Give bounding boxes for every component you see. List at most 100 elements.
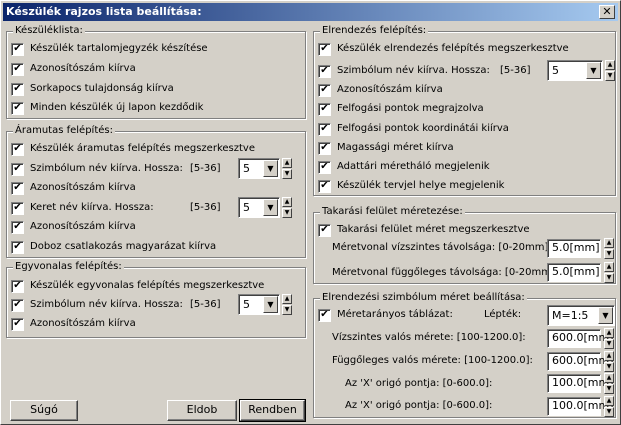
frame-length-select[interactable]: 5 ▼: [238, 197, 280, 218]
chevron-down-icon[interactable]: ▼: [598, 307, 613, 324]
checkbox-row-elrendezes[interactable]: ✔ Készülék elrendezés felépítés megszerk…: [318, 41, 569, 57]
chevron-down-icon[interactable]: ▼: [586, 62, 601, 79]
checkbox[interactable]: ✔: [11, 101, 24, 115]
spin-down-icon[interactable]: ▼: [282, 305, 292, 315]
checkbox[interactable]: ✔: [318, 308, 331, 322]
checkbox[interactable]: ✔: [318, 160, 331, 174]
checkbox[interactable]: ✔: [318, 83, 331, 97]
checkbox-row-aramutas[interactable]: ✔ Készülék áramutas felépítés megszerkes…: [11, 141, 255, 157]
origin-x-input[interactable]: 100.0[mm]: [547, 374, 614, 393]
spin-down-icon[interactable]: ▼: [604, 273, 614, 283]
checkbox-row-mount-coords[interactable]: ✔ Felfogási pontok koordinátái kiírva: [318, 121, 509, 137]
checkbox-row-terminal[interactable]: ✔ Sorkapocs tulajdonság kiírva: [11, 81, 174, 97]
spin-down-icon[interactable]: ▼: [282, 169, 292, 179]
checkbox-label: Azonosítószám kiírva: [30, 182, 136, 193]
checkbox[interactable]: ✔: [318, 102, 331, 116]
spin-up-icon[interactable]: ▲: [282, 158, 292, 168]
checkbox[interactable]: ✔: [11, 181, 24, 195]
discard-button[interactable]: Eldob: [167, 400, 237, 421]
spin-down-icon[interactable]: ▼: [604, 339, 614, 349]
checkbox[interactable]: ✔: [11, 298, 24, 312]
checkbox-row-grid[interactable]: ✔ Adattári méretháló megjelenik: [318, 159, 490, 175]
spin-down-icon[interactable]: ▼: [604, 407, 614, 417]
vertical-distance-spinner[interactable]: ▲ ▼: [604, 262, 614, 283]
checkbox[interactable]: ✔: [11, 317, 24, 331]
checkbox-row-tag[interactable]: ✔ Készülék tervjel helye megjelenik: [318, 178, 504, 194]
spin-up-icon[interactable]: ▲: [604, 373, 614, 383]
symbol-length-spinner[interactable]: ▲ ▼: [282, 158, 292, 179]
checkbox-row-id[interactable]: ✔ Azonosítószám kiírva: [11, 316, 136, 332]
checkbox[interactable]: ✔: [318, 42, 331, 56]
checkbox[interactable]: ✔: [11, 279, 24, 293]
checkbox-row-id-2[interactable]: ✔ Azonosítószám kiírva: [11, 219, 136, 235]
symbol-length-select[interactable]: 5 ▼: [547, 60, 603, 81]
checkbox[interactable]: ✔: [11, 82, 24, 96]
checkbox[interactable]: ✔: [11, 240, 24, 254]
spin-up-icon[interactable]: ▲: [604, 351, 614, 361]
checkbox-row-box-connection[interactable]: ✔ Doboz csatlakozás magyarázat kiírva: [11, 239, 216, 255]
symbol-length-select[interactable]: 5 ▼: [238, 158, 280, 179]
spin-up-icon[interactable]: ▲: [604, 328, 614, 338]
spin-down-icon[interactable]: ▼: [604, 249, 614, 259]
group-title: Egyvonalas felépítés:: [13, 261, 124, 273]
ok-button[interactable]: Rendben: [239, 399, 306, 422]
checkbox-row-egyvonalas[interactable]: ✔ Készülék egyvonalas felépítés megszerk…: [11, 278, 264, 294]
help-button[interactable]: Súgó: [10, 400, 78, 421]
checkbox-row-height[interactable]: ✔ Magassági méret kiírva: [318, 140, 454, 156]
horizontal-distance-spinner[interactable]: ▲ ▼: [604, 238, 614, 259]
checkbox-label: Méretarányos táblázat:: [337, 309, 453, 320]
checkbox[interactable]: ✔: [318, 223, 331, 237]
scale-select[interactable]: M=1:5 ▼: [547, 305, 615, 326]
spin-down-icon[interactable]: ▼: [604, 384, 614, 394]
checkbox[interactable]: ✔: [11, 162, 24, 176]
origin-y-input[interactable]: 100.0[mm]: [547, 397, 614, 416]
chevron-down-icon[interactable]: ▼: [263, 160, 278, 177]
spin-up-icon[interactable]: ▲: [605, 60, 615, 70]
checkbox[interactable]: ✔: [11, 201, 24, 215]
checkbox[interactable]: ✔: [11, 42, 24, 56]
spin-up-icon[interactable]: ▲: [604, 262, 614, 272]
checkbox[interactable]: ✔: [11, 142, 24, 156]
vertical-size-spinner[interactable]: ▲ ▼: [604, 351, 614, 372]
checkbox-row-id[interactable]: ✔ Azonosítószám kiírva: [11, 61, 136, 77]
symbol-length-spinner[interactable]: ▲ ▼: [605, 60, 615, 81]
checkbox[interactable]: ✔: [318, 64, 331, 78]
frame-length-spinner[interactable]: ▲ ▼: [282, 197, 292, 218]
horizontal-size-spinner[interactable]: ▲ ▼: [604, 328, 614, 349]
chevron-down-icon[interactable]: ▼: [263, 199, 278, 216]
checkbox-row-id[interactable]: ✔ Azonosítószám kiírva: [11, 180, 136, 196]
checkbox-row-id[interactable]: ✔ Azonosítószám kiírva: [318, 82, 443, 98]
spin-up-icon[interactable]: ▲: [282, 294, 292, 304]
checkbox[interactable]: ✔: [318, 122, 331, 136]
spin-down-icon[interactable]: ▼: [282, 208, 292, 218]
checkbox-row-symbol-name[interactable]: ✔ Szimbólum név kiírva. Hossza:: [11, 297, 183, 313]
vertical-distance-input[interactable]: 5.0[mm]: [547, 263, 601, 282]
checkbox-row-toc[interactable]: ✔ Készülék tartalomjegyzék készítése: [11, 41, 208, 57]
checkbox-label: Készülék tartalomjegyzék készítése: [30, 43, 208, 54]
checkbox[interactable]: ✔: [11, 220, 24, 234]
origin-y-spinner[interactable]: ▲ ▼: [604, 396, 614, 417]
checkbox-row-cover[interactable]: ✔ Takarási felület méret megszerkesztve: [318, 222, 530, 238]
checkbox-row-symbol-name[interactable]: ✔ Szimbólum név kiírva. Hossza:: [11, 161, 183, 177]
chevron-down-icon[interactable]: ▼: [263, 296, 278, 313]
horizontal-distance-input[interactable]: 5.0[mm]: [547, 239, 601, 258]
checkbox-row-mount-points[interactable]: ✔ Felfogási pontok megrajzolva: [318, 101, 484, 117]
horizontal-size-input[interactable]: 600.0[mm]: [547, 329, 614, 348]
origin-x-spinner[interactable]: ▲ ▼: [604, 373, 614, 394]
spin-down-icon[interactable]: ▼: [605, 71, 615, 81]
checkbox-row-newpage[interactable]: ✔ Minden készülék új lapon kezdődik: [11, 100, 203, 116]
checkbox-row-symbol-name[interactable]: ✔ Szimbólum név kiírva. Hossza:: [318, 63, 490, 79]
spin-up-icon[interactable]: ▲: [604, 396, 614, 406]
checkbox[interactable]: ✔: [11, 62, 24, 76]
checkbox[interactable]: ✔: [318, 141, 331, 155]
checkbox-row-frame-name[interactable]: ✔ Keret név kiírva. Hossza:: [11, 200, 154, 216]
close-button[interactable]: ✕: [599, 5, 615, 19]
spin-up-icon[interactable]: ▲: [282, 197, 292, 207]
spin-down-icon[interactable]: ▼: [604, 362, 614, 372]
checkbox[interactable]: ✔: [318, 179, 331, 193]
symbol-length-spinner[interactable]: ▲ ▼: [282, 294, 292, 315]
spin-up-icon[interactable]: ▲: [604, 238, 614, 248]
symbol-length-select[interactable]: 5 ▼: [238, 294, 280, 315]
checkbox-row-scale-table[interactable]: ✔ Méretarányos táblázat:: [318, 307, 453, 323]
vertical-size-input[interactable]: 600.0[mm]: [547, 352, 614, 371]
